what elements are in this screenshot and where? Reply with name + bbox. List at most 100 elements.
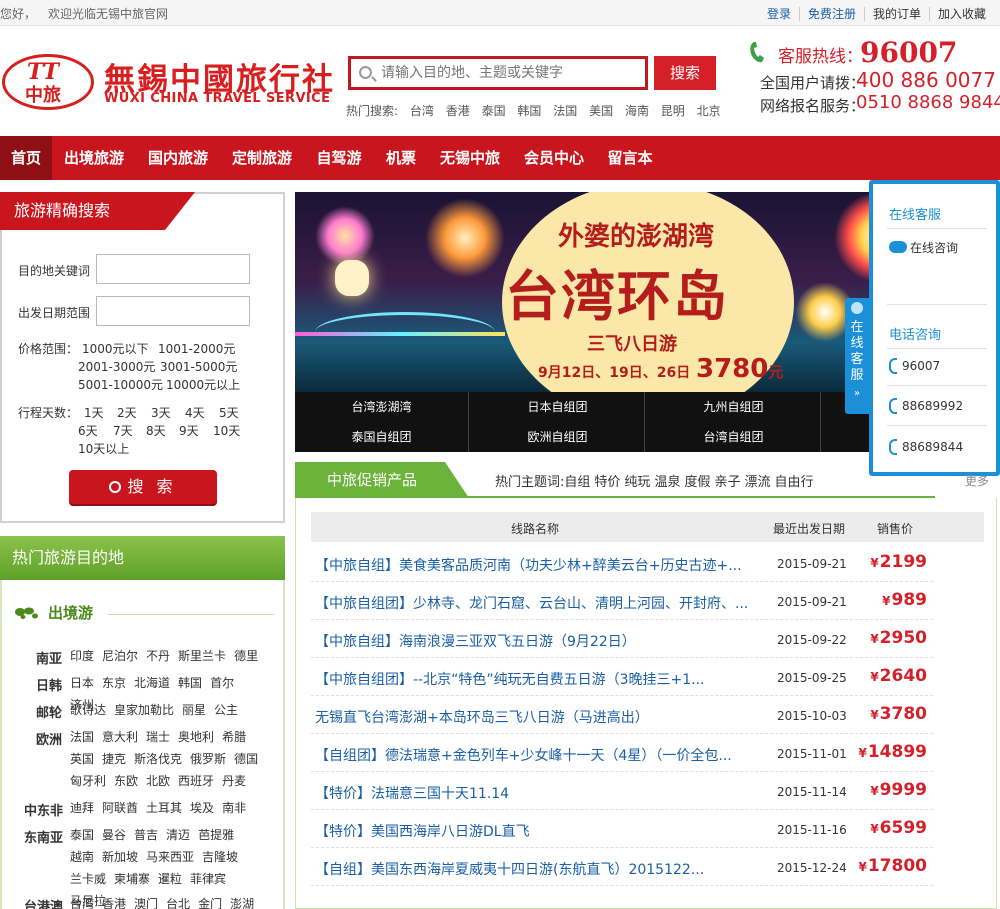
- days-option[interactable]: 6天: [78, 422, 98, 439]
- hot-keyword[interactable]: 泰国: [482, 104, 506, 118]
- route-link[interactable]: 【自组】美国东西海岸夏威夷十四日游(东航直飞）2015122...: [315, 859, 755, 879]
- place-link[interactable]: 菲律宾: [190, 868, 226, 890]
- hot-keyword[interactable]: 海南: [625, 104, 649, 118]
- place-link[interactable]: 日本: [70, 672, 94, 694]
- days-option[interactable]: 3天: [151, 404, 171, 421]
- banner-tab[interactable]: 台湾澎湖湾: [295, 392, 469, 422]
- place-link[interactable]: 澎湖: [230, 893, 254, 909]
- place-link[interactable]: 兰卡威: [70, 868, 106, 890]
- finder-search-button[interactable]: 搜 索: [69, 470, 217, 504]
- place-link[interactable]: 柬埔寨: [114, 868, 150, 890]
- banner-tab[interactable]: 日本自组团: [471, 392, 645, 422]
- place-link[interactable]: 香港: [102, 893, 126, 909]
- days-option[interactable]: 8天: [146, 422, 166, 439]
- place-link[interactable]: 阿联酋: [102, 797, 138, 819]
- hot-keyword[interactable]: 北京: [697, 104, 721, 118]
- banner-tab[interactable]: 台湾自组团: [647, 422, 821, 452]
- hot-topic-link[interactable]: 温泉: [654, 475, 680, 490]
- place-link[interactable]: 法国: [70, 726, 94, 748]
- place-link[interactable]: 台北: [166, 893, 190, 909]
- place-link[interactable]: 公主: [214, 699, 238, 721]
- place-link[interactable]: 清迈: [166, 824, 190, 846]
- price-option[interactable]: 5001-10000元: [78, 376, 163, 393]
- hot-topic-link[interactable]: 自由行: [775, 475, 814, 490]
- place-link[interactable]: 东京: [102, 672, 126, 694]
- days-option[interactable]: 1天: [84, 404, 104, 421]
- place-link[interactable]: 印度: [70, 645, 94, 667]
- place-link[interactable]: 俄罗斯: [190, 748, 226, 770]
- banner-tab[interactable]: 九州自组团: [647, 392, 821, 422]
- hot-topic-link[interactable]: 自组: [564, 475, 590, 490]
- place-link[interactable]: 德国: [234, 748, 258, 770]
- place-link[interactable]: 台湾: [70, 893, 94, 909]
- nav-custom[interactable]: 定制旅游: [220, 136, 304, 180]
- hot-topic-link[interactable]: 纯玩: [624, 475, 650, 490]
- hot-keyword[interactable]: 台湾: [410, 104, 434, 118]
- nav-member[interactable]: 会员中心: [512, 136, 596, 180]
- nav-home[interactable]: 首页: [0, 136, 52, 180]
- place-link[interactable]: 南非: [222, 797, 246, 819]
- price-option[interactable]: 3001-5000元: [160, 358, 237, 375]
- place-link[interactable]: 韩国: [178, 672, 202, 694]
- place-link[interactable]: 瑞士: [146, 726, 170, 748]
- place-link[interactable]: 金门: [198, 893, 222, 909]
- place-link[interactable]: 曼谷: [102, 824, 126, 846]
- route-link[interactable]: 【中旅自组团】少林寺、龙门石窟、云台山、清明上河园、开封府、...: [315, 593, 755, 613]
- place-link[interactable]: 德里: [234, 645, 258, 667]
- dest-keyword-input[interactable]: [96, 254, 250, 284]
- route-link[interactable]: 【特价】美国西海岸八日游DL直飞: [315, 821, 755, 841]
- price-option[interactable]: 2001-3000元: [78, 358, 155, 375]
- hot-topic-link[interactable]: 特价: [594, 475, 620, 490]
- route-link[interactable]: 【中旅自组团】--北京“特色”纯玩无自费五日游（3晚挂三+1...: [315, 669, 755, 689]
- place-link[interactable]: 希腊: [222, 726, 246, 748]
- place-link[interactable]: 斯里兰卡: [178, 645, 226, 667]
- nav-domestic[interactable]: 国内旅游: [136, 136, 220, 180]
- more-link[interactable]: 更多: [965, 472, 989, 489]
- place-link[interactable]: 新加坡: [102, 846, 138, 868]
- place-link[interactable]: 尼泊尔: [102, 645, 138, 667]
- place-link[interactable]: 丽星: [182, 699, 206, 721]
- nav-wuxi-cts[interactable]: 无锡中旅: [428, 136, 512, 180]
- place-link[interactable]: 迪拜: [70, 797, 94, 819]
- place-link[interactable]: 北海道: [134, 672, 170, 694]
- nav-outbound[interactable]: 出境旅游: [52, 136, 136, 180]
- days-option[interactable]: 7天: [113, 422, 133, 439]
- nav-flights[interactable]: 机票: [374, 136, 428, 180]
- hot-topic-link[interactable]: 亲子: [714, 475, 740, 490]
- place-link[interactable]: 澳门: [134, 893, 158, 909]
- place-link[interactable]: 北欧: [146, 770, 170, 792]
- route-link[interactable]: 【中旅自组】美食美客品质河南（功夫少林+醉美云台+历史古迹+...: [315, 555, 755, 575]
- place-link[interactable]: 土耳其: [146, 797, 182, 819]
- price-option[interactable]: 1000元以下: [82, 340, 149, 357]
- place-link[interactable]: 丹麦: [222, 770, 246, 792]
- logo-mark[interactable]: TT 中旅: [2, 54, 94, 110]
- place-link[interactable]: 捷克: [102, 748, 126, 770]
- hot-keyword[interactable]: 美国: [589, 104, 613, 118]
- place-link[interactable]: 斯洛伐克: [134, 748, 182, 770]
- price-option[interactable]: 1001-2000元: [158, 340, 235, 357]
- add-favorite-link[interactable]: 加入收藏: [928, 7, 994, 21]
- search-input[interactable]: [381, 62, 641, 84]
- hot-keyword[interactable]: 法国: [553, 104, 577, 118]
- place-link[interactable]: 埃及: [190, 797, 214, 819]
- days-option[interactable]: 10天以上: [78, 440, 129, 457]
- place-link[interactable]: 意大利: [102, 726, 138, 748]
- place-link[interactable]: 芭提雅: [198, 824, 234, 846]
- login-link[interactable]: 登录: [759, 7, 799, 21]
- place-link[interactable]: 吉隆坡: [202, 846, 238, 868]
- date-range-input[interactable]: [96, 296, 250, 326]
- place-link[interactable]: 越南: [70, 846, 94, 868]
- place-link[interactable]: 普吉: [134, 824, 158, 846]
- days-option[interactable]: 9天: [179, 422, 199, 439]
- hot-keyword[interactable]: 昆明: [661, 104, 685, 118]
- register-link[interactable]: 免费注册: [798, 7, 864, 21]
- place-link[interactable]: 皇家加勒比: [114, 699, 174, 721]
- nav-guestbook[interactable]: 留言本: [596, 136, 664, 180]
- place-link[interactable]: 马来西亚: [146, 846, 194, 868]
- banner-tab[interactable]: 泰国自组团: [295, 422, 469, 452]
- place-link[interactable]: 匈牙利: [70, 770, 106, 792]
- hot-keyword[interactable]: 韩国: [517, 104, 541, 118]
- banner-tab[interactable]: 欧洲自组团: [471, 422, 645, 452]
- service-side-tab[interactable]: 在线客服 »: [845, 298, 869, 414]
- route-link[interactable]: 【特价】法瑞意三国十天11.14: [315, 783, 755, 803]
